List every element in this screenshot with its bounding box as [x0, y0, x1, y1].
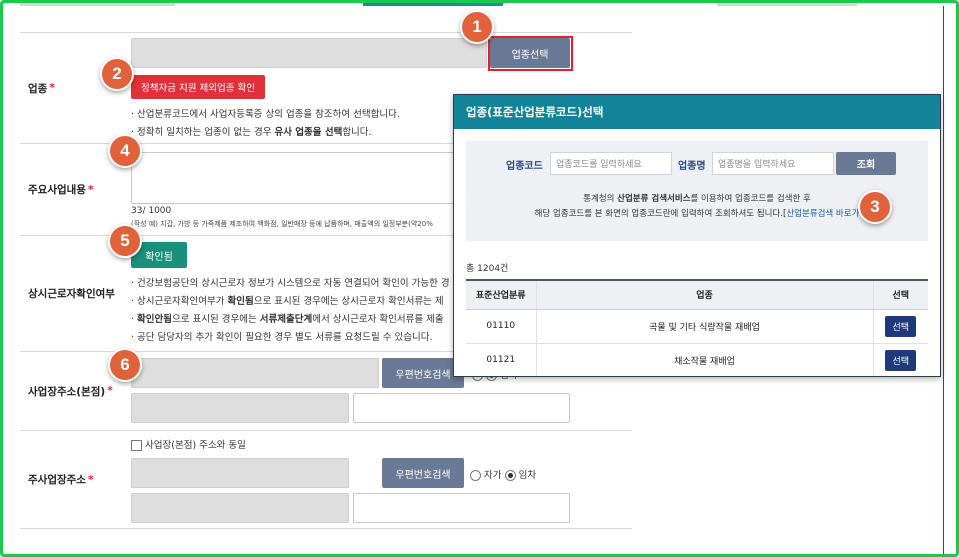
- code-label: 업종코드: [506, 161, 543, 172]
- industry-code-cell: 01110: [466, 309, 536, 344]
- industry-note-2: · 정확히 일치하는 업종이 없는 경우 유사 업종을 선택합니다.: [131, 127, 372, 138]
- table-row: 01121 채소작물 재배업 선택: [466, 343, 928, 376]
- step-badge-2: 2: [100, 57, 134, 91]
- main-address-2[interactable]: [353, 493, 570, 523]
- right-divider: [943, 6, 944, 554]
- checkbox[interactable]: [131, 440, 142, 451]
- industry-note-1: · 산업분류코드에서 사업자등록증 상의 업종을 참조하여 선택합니다.: [131, 109, 400, 120]
- main-address-row: 주사업장주소 * 사업장(본점) 주소와 동일 우편번호검색 자가 임차: [20, 431, 632, 529]
- tab-indicator-2: [363, 3, 503, 6]
- fulltime-note-3: · 확인안됨으로 표시된 경우에는 서류제출단계에서 상시근로자 확인서류를 제…: [131, 314, 444, 325]
- select-cell: 선택: [872, 309, 928, 344]
- required-mark: *: [49, 82, 55, 94]
- hq-address-2[interactable]: [353, 393, 570, 423]
- select-button[interactable]: 선택: [885, 349, 917, 371]
- table-header-row: 표준산업분류 업종 선택: [466, 279, 928, 310]
- step-badge-4: 4: [108, 134, 142, 168]
- table-row: 01110 곡물 및 기타 식량작물 재배업 선택: [466, 309, 928, 344]
- name-label: 업종명: [678, 161, 706, 172]
- industry-search-link[interactable]: 산업분류검색 바로가: [786, 209, 859, 219]
- industry-code-cell: 01121: [466, 343, 536, 376]
- modal-search-box: 업종코드 업종코드를 입력하세요 업종명 업종명을 입력하세요 조회 통계청의 …: [466, 141, 928, 241]
- main-business-example: (작성 예) 지갑, 가방 등 가죽제품 제조하여 백화점, 일반매장 등에 납…: [131, 220, 433, 228]
- required-mark: *: [87, 473, 94, 486]
- column-header: 업종: [535, 279, 873, 310]
- main-address-1[interactable]: [131, 493, 349, 523]
- result-table: 표준산업분류 업종 선택 01110 곡물 및 기타 식량작물 재배업 선택 0…: [466, 279, 928, 376]
- name-input[interactable]: 업종명을 입력하세요: [712, 152, 834, 175]
- main-zip-search-button[interactable]: 우편번호검색: [382, 458, 464, 488]
- exclusion-check-button[interactable]: 정책자금 지원 제외업종 확인: [131, 75, 265, 99]
- industry-name-cell: 채소작물 재배업: [535, 343, 873, 376]
- step-badge-5: 5: [108, 224, 142, 258]
- hq-zip-input[interactable]: [131, 358, 379, 388]
- fulltime-note-4: · 공단 담당자의 추가 확인이 필요한 경우 별도 서류를 요청드릴 수 있습…: [131, 332, 433, 343]
- column-header: 선택: [872, 279, 928, 310]
- main-tenure-radios[interactable]: 자가 임차: [470, 467, 536, 481]
- code-input[interactable]: 업종코드를 입력하세요: [550, 152, 672, 175]
- step-badge-3: 3: [858, 190, 892, 224]
- hq-zip-search-button[interactable]: 우편번호검색: [382, 358, 464, 388]
- industry-input[interactable]: [131, 38, 487, 68]
- highlight-box: [488, 36, 573, 71]
- char-counter: 33/ 1000: [131, 206, 172, 216]
- industry-code-modal: 업종(표준산업분류코드)선택 업종코드 업종코드를 입력하세요 업종명 업종명을…: [453, 94, 941, 377]
- fulltime-note-2: · 상시근로자확인여부가 확인됨으로 표시된 경우에는 상시근로자 확인서류는 …: [131, 296, 444, 307]
- select-button[interactable]: 선택: [885, 315, 917, 337]
- radio-own[interactable]: [470, 470, 481, 481]
- main-business-textarea[interactable]: [131, 152, 461, 204]
- select-cell: 선택: [872, 343, 928, 376]
- tab-indicator-3: [717, 3, 857, 6]
- industry-name-cell: 곡물 및 기타 식량작물 재배업: [535, 309, 873, 344]
- modal-title: 업종(표준산업분류코드)선택: [454, 95, 940, 129]
- top-tab-bar: [20, 0, 890, 8]
- tab-indicator-1: [20, 3, 175, 6]
- required-mark: *: [107, 385, 113, 397]
- result-total: 총 1204건: [466, 264, 509, 274]
- radio-rent[interactable]: [504, 470, 516, 481]
- step-badge-1: 1: [460, 10, 494, 44]
- main-address-label: 주사업장주소 *: [28, 473, 94, 487]
- same-as-hq-checkbox[interactable]: 사업장(본점) 주소와 동일: [131, 437, 246, 451]
- fulltime-note-1: · 건강보험공단의 상시근로자 정보가 시스템으로 자동 연결되어 확인이 가능…: [131, 278, 450, 289]
- main-zip-input[interactable]: [131, 458, 349, 488]
- hq-address-1[interactable]: [131, 393, 349, 423]
- required-mark: *: [87, 183, 94, 196]
- column-header: 표준산업분류: [466, 279, 536, 310]
- search-button[interactable]: 조회: [836, 152, 896, 175]
- step-badge-6: 6: [108, 348, 142, 382]
